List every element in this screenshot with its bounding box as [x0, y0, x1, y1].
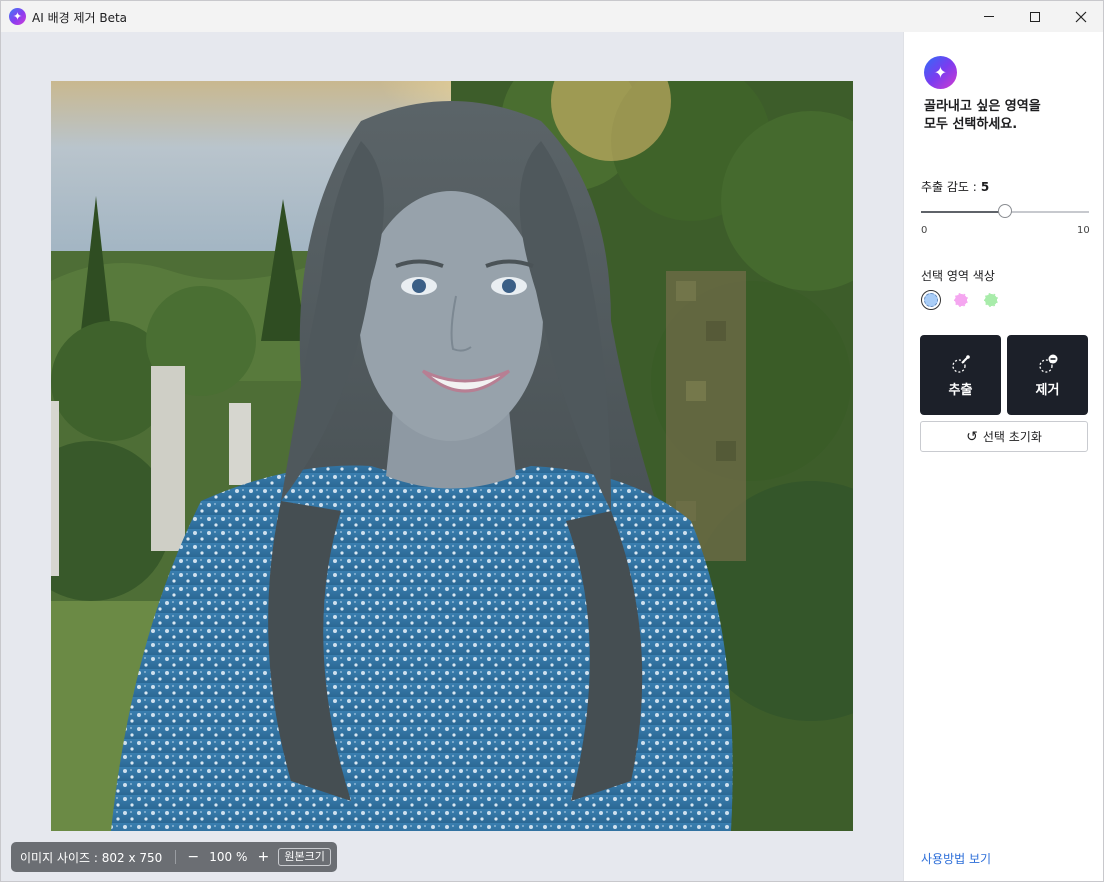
selection-color-label: 선택 영역 색상 [921, 269, 995, 283]
instruction-line-2: 모두 선택하세요. [924, 117, 1018, 132]
slider-min-label: 0 [921, 225, 928, 236]
remove-button[interactable]: 제거 [1007, 335, 1088, 415]
zoom-value: 100 % [209, 850, 248, 864]
sparkle-icon: ✦ [924, 56, 957, 89]
close-button[interactable] [1058, 1, 1103, 32]
reset-label: 선택 초기화 [982, 430, 1042, 444]
image-canvas[interactable]: 이미지 사이즈 : 802 x 750 − 100 % + 원본크기 [1, 32, 903, 881]
slider-fill [921, 211, 1005, 213]
window-title: AI 배경 제거 Beta [32, 11, 128, 25]
maximize-button[interactable] [1012, 1, 1058, 32]
color-swatch-blue-fill [924, 293, 938, 307]
color-swatch-pink-fill [954, 293, 968, 307]
help-link[interactable]: 사용방법 보기 [921, 850, 991, 867]
slider-max-label: 10 [1077, 225, 1090, 236]
instruction-text: 골라내고 싶은 영역을 모두 선택하세요. [924, 98, 1041, 134]
color-swatch-pink[interactable] [951, 290, 971, 310]
close-icon [1075, 11, 1087, 22]
tool-panel: ✦ 골라내고 싶은 영역을 모두 선택하세요. 추출 감도 :5 0 10 선택… [903, 32, 1103, 881]
extract-button[interactable]: 추출 [920, 335, 1001, 415]
zoom-out-button[interactable]: − [186, 850, 200, 864]
status-bar: 이미지 사이즈 : 802 x 750 − 100 % + 원본크기 [11, 842, 337, 872]
portrait-image[interactable] [51, 81, 853, 831]
reset-icon: ↺ [966, 428, 978, 445]
sensitivity-value: 5 [980, 180, 990, 194]
app-window: ✦ AI 배경 제거 Beta 이미지 사이즈: 802 x 750 − 10… [0, 0, 1104, 882]
color-swatch-blue[interactable] [921, 290, 941, 310]
minimize-button[interactable] [966, 1, 1012, 32]
sensitivity-label-text: 추출 감도 : [921, 180, 977, 194]
remove-selection-icon [1038, 354, 1057, 373]
extract-brush-icon [951, 354, 970, 373]
maximize-icon [1030, 11, 1040, 22]
extract-label: 추출 [948, 382, 973, 398]
minimize-icon [984, 16, 994, 17]
color-swatch-green[interactable] [981, 290, 1001, 310]
image-size-label: 이미지 사이즈 : 802 x 750 [20, 850, 163, 865]
reset-selection-button[interactable]: ↺ 선택 초기화 [920, 421, 1088, 452]
sparkle-icon: ✦ [9, 8, 26, 25]
status-divider [175, 850, 177, 864]
sensitivity-slider[interactable] [921, 204, 1089, 220]
zoom-in-button[interactable]: + [256, 850, 270, 864]
instruction-line-1: 골라내고 싶은 영역을 [924, 99, 1041, 114]
remove-label: 제거 [1035, 382, 1060, 398]
title-bar: ✦ AI 배경 제거 Beta [1, 1, 1103, 32]
slider-thumb[interactable] [998, 204, 1012, 218]
color-swatch-green-fill [984, 293, 998, 307]
original-size-button[interactable]: 원본크기 [278, 848, 331, 866]
sensitivity-label: 추출 감도 :5 [921, 178, 989, 195]
